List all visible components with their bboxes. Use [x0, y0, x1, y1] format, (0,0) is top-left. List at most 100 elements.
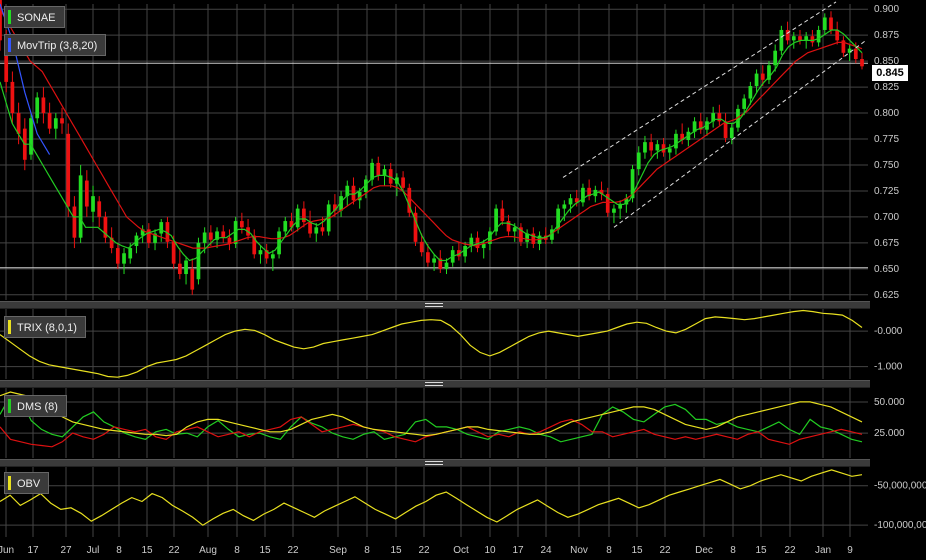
candle-body — [202, 232, 207, 243]
candle-body — [184, 260, 188, 275]
obv-panel[interactable]: -50,000,000 -100,000,000 — [0, 466, 926, 537]
price-tick-label: 0.775 — [874, 134, 899, 145]
channel-lower-line — [613, 39, 867, 228]
time-axis: Jun 17 27 Jul 8 15 22 Aug 8 15 22 Sep 8 15 22 Oct 10 17 24… — [0, 545, 853, 556]
panel-splitter-1[interactable] — [0, 301, 870, 309]
candle-body — [500, 208, 505, 222]
candle-body — [314, 227, 319, 234]
time-axis-label: 17 — [512, 545, 524, 556]
time-axis-label: 22 — [784, 545, 796, 556]
time-axis-label: 17 — [27, 545, 39, 556]
candle-body — [47, 113, 52, 129]
candle-body — [159, 222, 164, 234]
candle-body — [258, 250, 263, 255]
time-axis-label: Jun — [0, 545, 14, 556]
candle-body — [798, 36, 802, 41]
candle-body — [853, 48, 858, 60]
candle-body — [847, 48, 852, 53]
dms-tick-label: 50.000 — [874, 397, 905, 408]
candle-body — [481, 243, 486, 249]
time-axis-label: 15 — [259, 545, 271, 556]
splitter-grip-icon[interactable] — [425, 382, 443, 386]
time-axis-label: Oct — [453, 545, 469, 556]
candle-body — [29, 118, 33, 155]
time-axis-label: Aug — [199, 545, 217, 556]
price-tick-label: 0.875 — [874, 30, 899, 41]
candle-body — [791, 36, 796, 41]
trix-tick-label: -1.000 — [874, 362, 903, 373]
obv-tick-label: -50,000,000 — [874, 481, 926, 492]
candle-body — [723, 121, 728, 138]
overlay-name: MovTrip (3,8,20) — [17, 40, 98, 52]
candle-body — [351, 185, 356, 201]
color-swatch-icon — [8, 399, 11, 413]
dms-tick-label: 25.000 — [874, 428, 905, 439]
chart-canvas[interactable]: 0.9000.8750.8500.8250.8000.7750.7500.725… — [0, 0, 926, 560]
price-tick-label: 0.650 — [874, 264, 899, 275]
candle-body — [717, 113, 722, 122]
last-price-tag: 0.845 — [872, 65, 908, 81]
candle-body — [53, 118, 58, 129]
trix-label[interactable]: TRIX (8,0,1) — [4, 316, 86, 338]
candle-body — [829, 17, 833, 30]
instrument-name: SONAE — [17, 12, 56, 24]
color-swatch-icon — [8, 38, 11, 52]
overlay-label[interactable]: MovTrip (3,8,20) — [4, 34, 107, 56]
time-axis-label: 22 — [418, 545, 430, 556]
time-axis-label: 24 — [540, 545, 552, 556]
time-axis-label: 15 — [390, 545, 402, 556]
price-tick-label: 0.725 — [874, 186, 899, 197]
channel-upper-line — [562, 1, 837, 178]
price-tick-label: 0.900 — [874, 4, 899, 15]
candle-body — [177, 263, 182, 275]
panel-splitter-3[interactable] — [0, 459, 870, 467]
time-axis-label: 22 — [659, 545, 671, 556]
candle-body — [754, 73, 759, 87]
candle-body — [860, 59, 864, 67]
splitter-grip-icon[interactable] — [425, 303, 443, 307]
time-axis-label: 27 — [60, 545, 72, 556]
price-panel[interactable]: 0.9000.8750.8500.8250.8000.7750.7500.725… — [0, 0, 899, 301]
price-tick-label: 0.825 — [874, 82, 899, 93]
candle-body — [643, 142, 647, 153]
color-swatch-icon — [8, 10, 11, 24]
time-axis-label: Jul — [87, 545, 100, 556]
price-tick-label: 0.625 — [874, 290, 899, 301]
time-axis-label: 9 — [847, 545, 853, 556]
candle-body — [568, 198, 573, 205]
time-axis-label: Nov — [570, 545, 588, 556]
candle-body — [146, 229, 151, 243]
time-axis-label: 15 — [141, 545, 153, 556]
candle-body — [72, 206, 77, 238]
price-tick-label: 0.700 — [874, 212, 899, 223]
price-tick-label: 0.750 — [874, 160, 899, 171]
dms-panel[interactable]: 50.000 25.000 — [0, 387, 905, 458]
time-axis-label: 8 — [234, 545, 240, 556]
splitter-grip-icon[interactable] — [425, 461, 443, 465]
time-axis-label: 8 — [116, 545, 122, 556]
obv-label[interactable]: OBV — [4, 472, 50, 494]
time-axis-label: Dec — [695, 545, 713, 556]
time-axis-label: 10 — [484, 545, 496, 556]
candle-body — [822, 17, 827, 30]
candle-body — [618, 204, 623, 209]
instrument-label[interactable]: SONAE — [4, 6, 65, 28]
candle-body — [835, 29, 840, 41]
panel-splitter-2[interactable] — [0, 380, 870, 388]
candle-body — [41, 97, 46, 114]
candle-body — [810, 36, 815, 43]
time-axis-label: 15 — [631, 545, 643, 556]
candle-body — [208, 232, 213, 240]
time-axis-label: 8 — [606, 545, 612, 556]
candle-body — [128, 248, 133, 259]
candle-body — [401, 177, 405, 188]
candle-body — [382, 169, 387, 176]
candle-body — [302, 208, 306, 223]
candle-body — [60, 118, 64, 124]
trix-panel[interactable]: -0.000 -1.000 — [0, 308, 903, 379]
candle-body — [97, 201, 102, 217]
dms-label[interactable]: DMS (8) — [4, 395, 67, 417]
candle-body — [649, 142, 654, 151]
candle-body — [804, 36, 809, 41]
candle-body — [432, 258, 436, 263]
